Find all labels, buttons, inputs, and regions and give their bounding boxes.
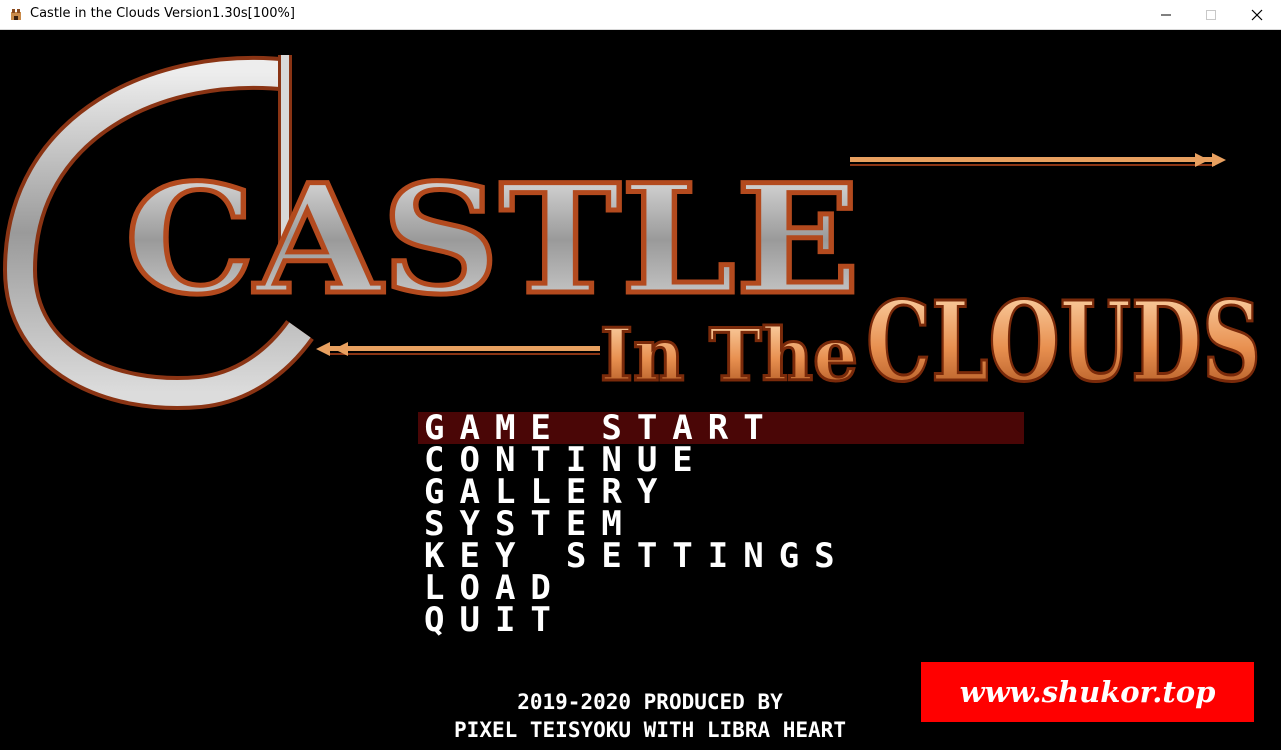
minimize-icon [1161,14,1171,16]
game-screen[interactable]: CASTLE In The CLOUDS GAME START CONTINUE… [0,30,1281,750]
close-button[interactable] [1234,0,1280,29]
maximize-button[interactable] [1188,0,1234,29]
logo-title-inthe: In The [600,312,858,397]
menu-item-quit[interactable]: QUIT [418,603,1024,637]
logo-rule-top [850,153,1226,167]
watermark-text: www.shukor.top [959,675,1216,709]
logo-rule-bottom [316,342,600,356]
logo-title-castle: CASTLE [125,152,860,328]
main-menu: GAME START CONTINUE GALLERY SYSTEM KEY S… [418,411,1024,637]
maximize-icon [1206,10,1216,20]
window-title: Castle in the Clouds Version1.30s[100%] [30,6,295,21]
minimize-button[interactable] [1143,0,1189,29]
game-logo: CASTLE In The CLOUDS [2,55,1263,410]
close-icon [1251,9,1263,21]
app-icon [11,9,21,20]
logo-title-clouds: CLOUDS [866,277,1261,406]
watermark-banner: www.shukor.top [921,662,1254,722]
window-titlebar: Castle in the Clouds Version1.30s[100%] [0,0,1281,30]
